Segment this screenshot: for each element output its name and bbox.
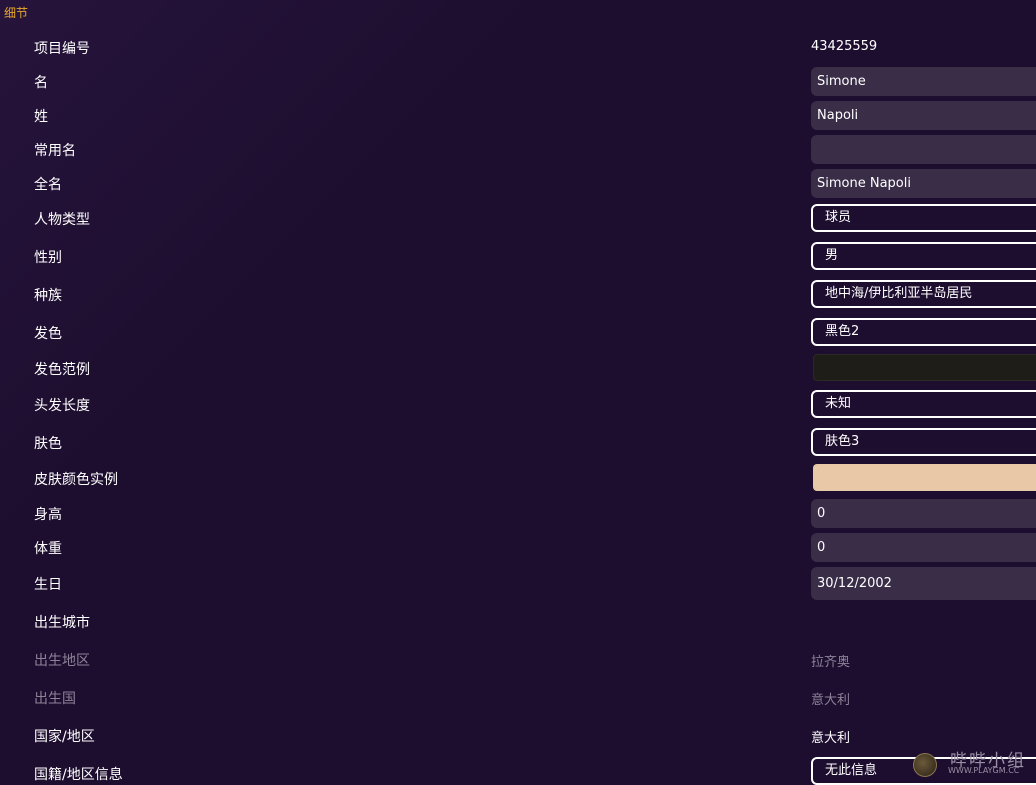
height-input[interactable]: 0 (811, 499, 1036, 528)
common-name-label: 常用名 (34, 143, 76, 159)
skin-color-swatch (813, 464, 1036, 491)
person-type-label: 人物类型 (34, 212, 90, 228)
skin-color-sample-label: 皮肤颜色实例 (34, 472, 118, 488)
person-type-select[interactable]: 球员 (811, 204, 1036, 232)
hair-color-label: 发色 (34, 326, 62, 342)
full-name-input[interactable]: Simone Napoli (811, 169, 1036, 198)
birth-country-label: 出生国 (34, 691, 76, 707)
birthday-label: 生日 (34, 577, 62, 593)
weight-input[interactable]: 0 (811, 533, 1036, 562)
nation-label: 国家/地区 (34, 729, 95, 745)
skin-color-select[interactable]: 肤色3 (811, 428, 1036, 456)
nationality-info-label: 国籍/地区信息 (34, 767, 123, 783)
project-id-value: 43425559 (811, 39, 878, 54)
birth-city-label: 出生城市 (34, 615, 90, 631)
common-name-input[interactable] (811, 135, 1036, 164)
hair-color-swatch (813, 354, 1036, 381)
ethnicity-label: 种族 (34, 288, 62, 304)
watermark-emblem-icon (913, 753, 937, 777)
birthday-input[interactable]: 30/12/2002 (811, 567, 1036, 600)
ethnicity-select[interactable]: 地中海/伊比利亚半岛居民 (811, 280, 1036, 308)
first-name-label: 名 (34, 75, 48, 91)
weight-label: 体重 (34, 541, 62, 557)
first-name-input[interactable]: Simone (811, 67, 1036, 96)
watermark-url: WWW.PLAYGM.CC (948, 766, 1020, 775)
details-panel: 细节 项目编号 43425559 名 Simone 姓 Napoli 常用名 全… (0, 0, 1036, 785)
last-name-label: 姓 (34, 109, 48, 125)
hair-length-label: 头发长度 (34, 398, 90, 414)
full-name-label: 全名 (34, 177, 62, 193)
watermark-logo: 哔哔小组 WWW.PLAYGM.CC (910, 744, 1036, 780)
last-name-input[interactable]: Napoli (811, 101, 1036, 130)
nation-value: 意大利 (811, 731, 851, 746)
birth-region-label: 出生地区 (34, 653, 90, 669)
hair-length-select[interactable]: 未知 (811, 390, 1036, 418)
birth-region-value: 拉齐奥 (811, 655, 851, 670)
height-label: 身高 (34, 507, 62, 523)
hair-color-select[interactable]: 黑色2 (811, 318, 1036, 346)
section-title: 细节 (4, 6, 29, 20)
gender-label: 性别 (34, 250, 62, 266)
skin-color-label: 肤色 (34, 436, 62, 452)
hair-color-sample-label: 发色范例 (34, 362, 90, 378)
gender-select[interactable]: 男 (811, 242, 1036, 270)
project-id-label: 项目编号 (34, 41, 90, 57)
birth-country-value: 意大利 (811, 693, 851, 708)
